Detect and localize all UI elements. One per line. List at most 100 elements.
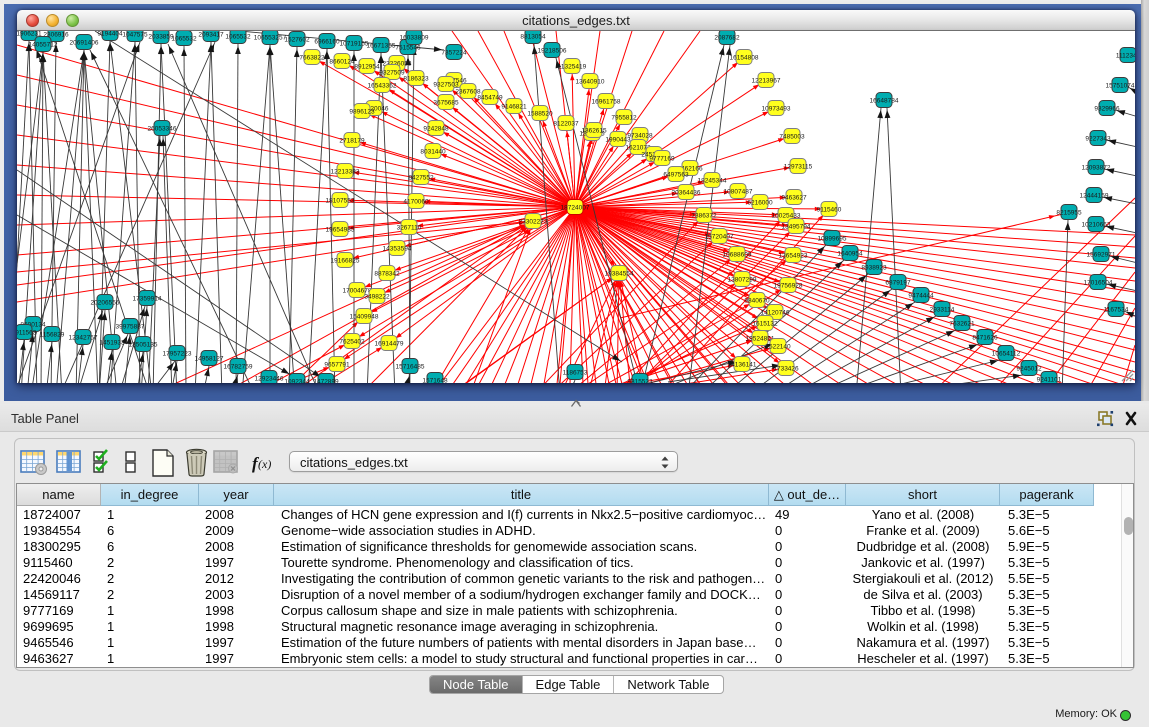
svg-text:1167534: 1167534 — [1104, 307, 1129, 314]
svg-text:16961758: 16961758 — [592, 99, 621, 106]
svg-text:2522140: 2522140 — [765, 344, 791, 351]
svg-text:10719155: 10719155 — [340, 41, 369, 48]
svg-text:8471626: 8471626 — [972, 335, 998, 342]
svg-text:18107553: 18107553 — [326, 198, 355, 205]
svg-text:20691406: 20691406 — [70, 40, 99, 47]
svg-text:9327509: 9327509 — [379, 70, 405, 77]
svg-text:7625402: 7625402 — [339, 339, 365, 346]
svg-text:12213967: 12213967 — [752, 78, 781, 85]
svg-text:19756928: 19756928 — [774, 283, 803, 290]
svg-text:23302273: 23302273 — [519, 219, 548, 226]
svg-text:7632621: 7632621 — [949, 321, 975, 328]
svg-text:1527602: 1527602 — [284, 37, 310, 44]
svg-text:14958127: 14958127 — [195, 356, 224, 363]
svg-text:13807299: 13807299 — [728, 277, 757, 284]
svg-text:16914479: 16914479 — [375, 341, 404, 348]
svg-text:1065532: 1065532 — [171, 36, 197, 43]
svg-text:39975887: 39975887 — [116, 324, 145, 331]
svg-text:1092344: 1092344 — [284, 379, 310, 384]
svg-text:3267110: 3267110 — [397, 225, 422, 232]
svg-text:1990443: 1990443 — [605, 137, 631, 144]
svg-text:20364436: 20364436 — [672, 190, 701, 197]
svg-text:6216000: 6216000 — [747, 200, 773, 207]
svg-text:7485003: 7485003 — [779, 134, 805, 141]
svg-text:8186323: 8186323 — [403, 76, 429, 83]
svg-text:2933114: 2933114 — [930, 307, 955, 314]
svg-text:9146821: 9146821 — [501, 104, 527, 111]
svg-text:11325419: 11325419 — [558, 64, 587, 71]
svg-text:9734028: 9734028 — [627, 133, 653, 140]
svg-text:8215955: 8215955 — [1056, 210, 1082, 217]
svg-text:9115460: 9115460 — [817, 207, 842, 214]
svg-text:6879197: 6879197 — [885, 280, 911, 287]
svg-text:9327503: 9327503 — [433, 82, 459, 89]
svg-text:9777169: 9777169 — [649, 156, 675, 163]
svg-text:12213383: 12213383 — [331, 169, 360, 176]
svg-text:13640910: 13640910 — [576, 79, 605, 86]
svg-text:9463627: 9463627 — [781, 195, 807, 202]
svg-text:18245344: 18245344 — [698, 178, 727, 185]
svg-text:12923446: 12923446 — [255, 376, 284, 383]
svg-text:7357224: 7357224 — [441, 50, 467, 57]
svg-text:7386372: 7386372 — [691, 213, 717, 220]
svg-text:14353594: 14353594 — [383, 246, 412, 253]
svg-text:6966160: 6966160 — [314, 39, 340, 46]
svg-text:12444159: 12444159 — [1080, 193, 1109, 200]
svg-text:9840670: 9840670 — [744, 298, 770, 305]
svg-text:19166825: 19166825 — [331, 258, 360, 265]
svg-text:8031440: 8031440 — [420, 149, 446, 156]
svg-text:9227343: 9227343 — [1085, 136, 1111, 143]
svg-text:16671355: 16671355 — [367, 43, 396, 50]
svg-text:12973115: 12973115 — [784, 164, 813, 171]
svg-text:16154808: 16154808 — [730, 55, 759, 62]
svg-text:17359914: 17359914 — [133, 296, 162, 303]
svg-text:2033859: 2033859 — [148, 34, 174, 41]
svg-text:2718179: 2718179 — [339, 138, 365, 145]
svg-text:17016504: 17016504 — [1084, 280, 1113, 287]
svg-text:19218506: 19218506 — [538, 48, 567, 55]
svg-text:1451933: 1451933 — [99, 340, 125, 347]
svg-text:12342757: 12342757 — [69, 335, 98, 342]
svg-text:12093872: 12093872 — [1082, 165, 1111, 172]
svg-text:15720407: 15720407 — [705, 234, 734, 241]
svg-text:10210663: 10210663 — [1082, 222, 1111, 229]
svg-text:8122037: 8122037 — [553, 121, 579, 128]
svg-text:10807487: 10807487 — [724, 189, 753, 196]
svg-text:2093417: 2093417 — [198, 32, 224, 39]
svg-text:15751074: 15751074 — [1106, 83, 1135, 90]
svg-text:7955812: 7955812 — [611, 115, 637, 122]
svg-text:1733426: 1733426 — [773, 366, 799, 373]
svg-text:9896123: 9896123 — [349, 109, 375, 116]
svg-text:2087682: 2087682 — [714, 35, 740, 42]
svg-text:1047575: 1047575 — [122, 32, 148, 39]
svg-text:16782759: 16782759 — [224, 364, 253, 371]
svg-text:1362615: 1362615 — [581, 128, 607, 135]
svg-text:16648784: 16648784 — [870, 98, 899, 105]
svg-text:14055712: 14055712 — [29, 42, 58, 49]
svg-text:3675685: 3675685 — [433, 100, 459, 107]
svg-text:106553257: 106553257 — [254, 35, 287, 42]
svg-text:1186753: 1186753 — [563, 370, 588, 377]
svg-text:8878342: 8878342 — [374, 271, 400, 278]
svg-text:15409948: 15409948 — [350, 314, 379, 321]
svg-text:1065532: 1065532 — [225, 34, 251, 41]
svg-text:9657791: 9657791 — [324, 362, 350, 369]
svg-text:20206556: 20206556 — [91, 300, 120, 307]
svg-text:16033809: 16033809 — [400, 35, 429, 42]
svg-text:3498222: 3498222 — [364, 294, 390, 301]
svg-text:13495794: 13495794 — [782, 224, 811, 231]
svg-text:10688609: 10688609 — [723, 252, 752, 259]
svg-text:9329966: 9329966 — [1094, 106, 1120, 113]
svg-text:9242848: 9242848 — [423, 126, 449, 133]
svg-text:1156829: 1156829 — [40, 332, 65, 339]
svg-text:7515546: 7515546 — [395, 45, 421, 52]
svg-text:4170060: 4170060 — [403, 199, 429, 206]
svg-text:19384554: 19384554 — [605, 271, 634, 278]
svg-text:10899695: 10899695 — [818, 236, 847, 243]
svg-text:8454749: 8454749 — [477, 95, 503, 102]
svg-text:9241101: 9241101 — [1037, 377, 1062, 384]
svg-text:26053346: 26053346 — [148, 126, 177, 133]
svg-text:1588520: 1588520 — [527, 111, 553, 118]
svg-text:10973493: 10973493 — [762, 106, 791, 113]
svg-text:16543362: 16543362 — [368, 83, 397, 90]
